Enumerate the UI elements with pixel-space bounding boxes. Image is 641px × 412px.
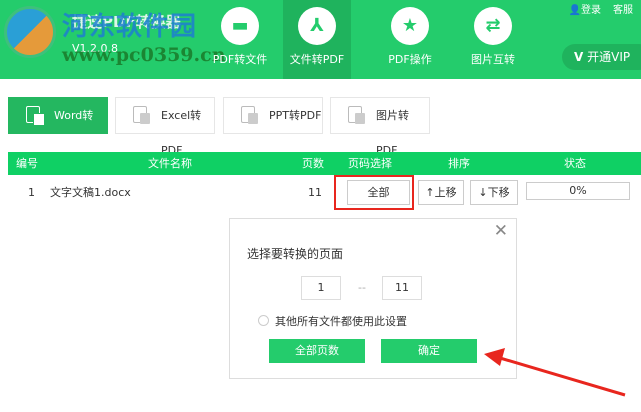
arrow-annotation (484, 348, 626, 397)
